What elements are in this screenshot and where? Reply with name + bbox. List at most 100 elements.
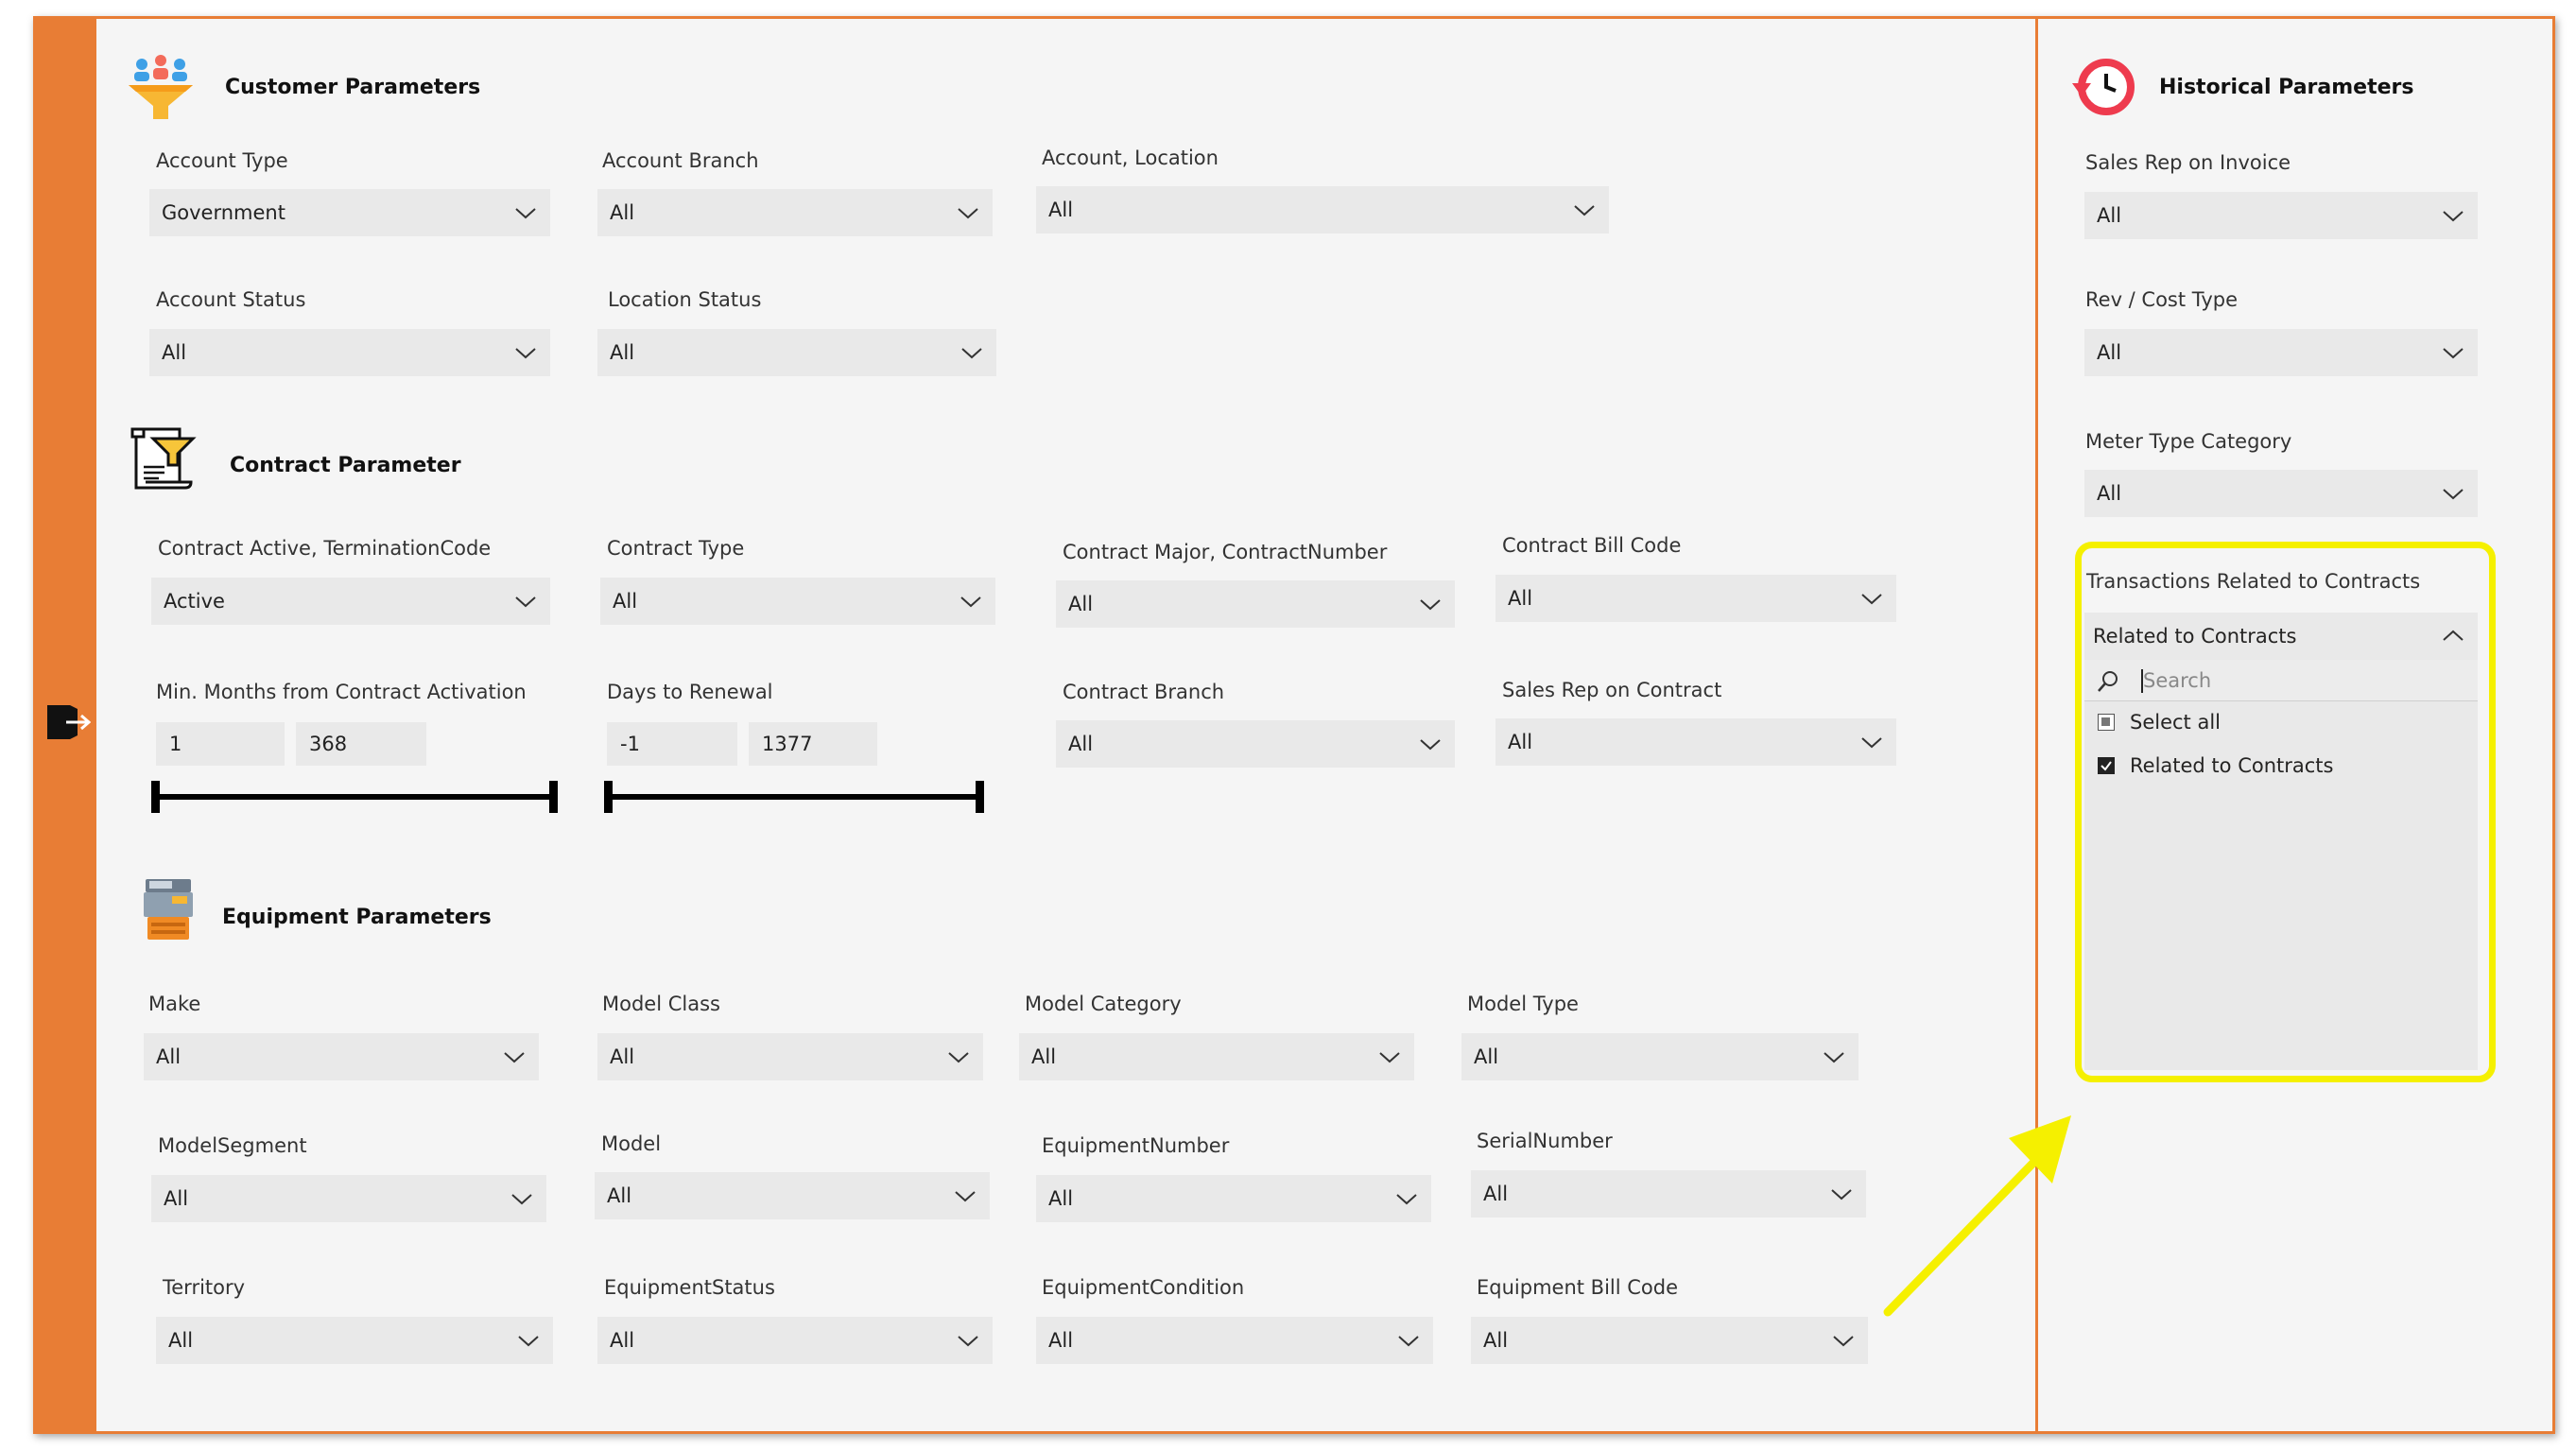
contract-bill-code-dropdown[interactable]: All	[1495, 575, 1896, 622]
contract-scroll-icon	[130, 427, 197, 490]
min-months-max-input[interactable]: 368	[296, 722, 426, 766]
transactions-search-box[interactable]: Search	[2084, 660, 2478, 701]
account-status-label: Account Status	[156, 288, 306, 311]
territory-dropdown[interactable]: All	[156, 1317, 553, 1364]
model-segment-value: All	[164, 1187, 189, 1210]
transactions-dropdown-header[interactable]: Related to Contracts	[2084, 613, 2478, 660]
account-branch-label: Account Branch	[602, 149, 759, 172]
account-status-dropdown[interactable]: All	[149, 329, 550, 376]
days-to-renewal-min-input[interactable]: -1	[607, 722, 737, 766]
funnel-people-icon	[129, 55, 193, 119]
model-dropdown[interactable]: All	[595, 1172, 990, 1219]
chevron-up-icon	[2443, 630, 2464, 641]
model-type-dropdown[interactable]: All	[1461, 1033, 1859, 1080]
option-select-all-label: Select all	[2130, 711, 2221, 734]
option-related-to-contracts-label: Related to Contracts	[2130, 754, 2334, 777]
contract-sales-rep-value: All	[1508, 731, 1533, 753]
contract-sales-rep-dropdown[interactable]: All	[1495, 718, 1896, 766]
contract-active-dropdown[interactable]: Active	[151, 578, 550, 625]
slider-handle-min[interactable]	[604, 781, 613, 813]
make-dropdown[interactable]: All	[144, 1033, 539, 1080]
slider-handle-min[interactable]	[151, 781, 160, 813]
yellow-arrow-annotation	[1883, 1115, 2071, 1317]
equipment-condition-dropdown[interactable]: All	[1036, 1317, 1433, 1364]
chevron-down-icon	[511, 1194, 532, 1205]
checkbox-partial-icon[interactable]	[2098, 714, 2115, 731]
chevron-down-icon	[504, 1052, 525, 1063]
equipment-status-dropdown[interactable]: All	[597, 1317, 993, 1364]
model-category-dropdown[interactable]: All	[1019, 1033, 1414, 1080]
serial-number-value: All	[1483, 1183, 1509, 1205]
location-status-dropdown[interactable]: All	[597, 329, 996, 376]
meter-type-category-label: Meter Type Category	[2085, 430, 2292, 453]
account-location-dropdown[interactable]: All	[1036, 186, 1609, 233]
equipment-bill-code-dropdown[interactable]: All	[1471, 1317, 1868, 1364]
rev-cost-type-dropdown[interactable]: All	[2084, 329, 2478, 376]
chevron-down-icon	[2443, 348, 2464, 359]
equipment-number-dropdown[interactable]: All	[1036, 1175, 1431, 1222]
checkbox-checked-icon[interactable]	[2098, 757, 2115, 774]
slider-track	[604, 794, 984, 800]
contract-bill-code-value: All	[1508, 587, 1533, 610]
slider-handle-max[interactable]	[976, 781, 984, 813]
chevron-down-icon	[1824, 1052, 1844, 1063]
history-clock-icon	[2072, 59, 2135, 115]
transactions-value: Related to Contracts	[2093, 625, 2297, 648]
model-class-value: All	[610, 1045, 635, 1068]
model-type-value: All	[1474, 1045, 1499, 1068]
equipment-status-label: EquipmentStatus	[604, 1276, 775, 1299]
model-label: Model	[601, 1132, 662, 1155]
meter-type-category-dropdown[interactable]: All	[2084, 470, 2478, 517]
contract-sales-rep-label: Sales Rep on Contract	[1502, 679, 1722, 701]
days-to-renewal-slider[interactable]	[604, 781, 984, 813]
exit-icon[interactable]	[45, 701, 91, 743]
rev-cost-type-value: All	[2097, 341, 2122, 364]
contract-active-value: Active	[164, 590, 225, 613]
chevron-down-icon	[1861, 737, 1882, 749]
historical-section-title: Historical Parameters	[2159, 76, 2414, 99]
chevron-down-icon	[1379, 1052, 1400, 1063]
slider-handle-max[interactable]	[549, 781, 558, 813]
chevron-down-icon	[515, 348, 536, 359]
equipment-condition-label: EquipmentCondition	[1042, 1276, 1245, 1299]
sales-rep-invoice-dropdown[interactable]: All	[2084, 192, 2478, 239]
days-to-renewal-label: Days to Renewal	[607, 681, 773, 703]
equipment-bill-code-label: Equipment Bill Code	[1477, 1276, 1679, 1299]
model-segment-dropdown[interactable]: All	[151, 1175, 546, 1222]
contract-major-dropdown[interactable]: All	[1056, 580, 1455, 628]
contract-type-value: All	[613, 590, 638, 613]
left-accent-bar	[36, 19, 96, 1431]
search-icon	[2098, 671, 2118, 692]
model-class-dropdown[interactable]: All	[597, 1033, 983, 1080]
transactions-label: Transactions Related to Contracts	[2086, 570, 2421, 593]
min-months-min-input[interactable]: 1	[156, 722, 285, 766]
chevron-down-icon	[1833, 1336, 1854, 1347]
account-location-value: All	[1048, 199, 1074, 221]
contract-branch-dropdown[interactable]: All	[1056, 720, 1455, 768]
chevron-down-icon	[1420, 599, 1441, 611]
account-type-dropdown[interactable]: Government	[149, 189, 550, 236]
contract-type-dropdown[interactable]: All	[600, 578, 995, 625]
contract-branch-label: Contract Branch	[1063, 681, 1225, 703]
serial-number-label: SerialNumber	[1477, 1130, 1613, 1152]
model-value: All	[607, 1184, 632, 1207]
chevron-down-icon	[958, 1336, 978, 1347]
account-branch-dropdown[interactable]: All	[597, 189, 993, 236]
chevron-down-icon	[1420, 739, 1441, 751]
option-related-to-contracts[interactable]: Related to Contracts	[2098, 754, 2333, 777]
days-to-renewal-max-input[interactable]: 1377	[749, 722, 877, 766]
min-months-slider[interactable]	[151, 781, 558, 813]
account-branch-value: All	[610, 201, 635, 224]
make-value: All	[156, 1045, 182, 1068]
contract-major-label: Contract Major, ContractNumber	[1063, 541, 1388, 563]
equipment-number-label: EquipmentNumber	[1042, 1134, 1230, 1157]
model-segment-label: ModelSegment	[158, 1134, 307, 1157]
chevron-down-icon	[948, 1052, 969, 1063]
option-select-all[interactable]: Select all	[2098, 711, 2221, 734]
min-months-label: Min. Months from Contract Activation	[156, 681, 527, 703]
serial-number-dropdown[interactable]: All	[1471, 1170, 1866, 1218]
transactions-dropdown-open[interactable]: Related to Contracts Search Select all R…	[2084, 613, 2478, 1070]
transactions-search-placeholder[interactable]: Search	[2143, 669, 2211, 692]
account-type-value: Government	[162, 201, 285, 224]
chevron-down-icon	[1861, 594, 1882, 605]
